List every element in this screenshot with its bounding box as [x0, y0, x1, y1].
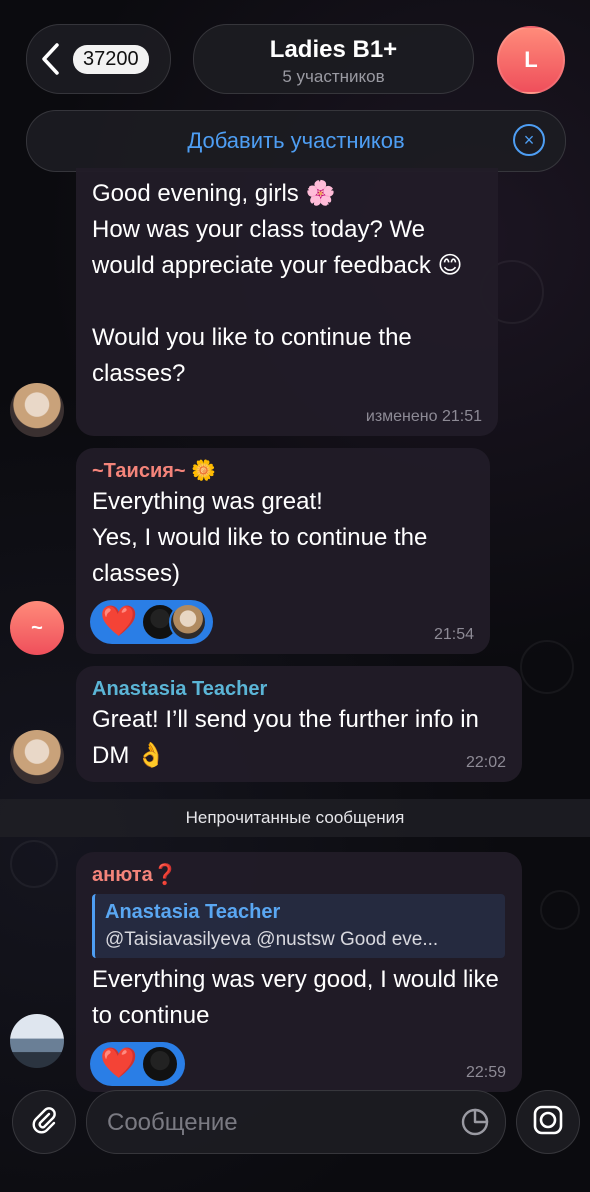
sticker-icon[interactable]: [459, 1106, 491, 1143]
message-input[interactable]: [105, 1091, 439, 1155]
paperclip-icon: [29, 1105, 59, 1140]
chat-title: Ladies B1+: [269, 36, 398, 63]
message-bubble[interactable]: Good evening, girls 🌸 How was your class…: [76, 168, 498, 436]
reply-text: @Taisiavasilyeva @nustsw Good eve...: [105, 929, 439, 950]
sender-name: ~Таисия~ 🌼: [92, 460, 217, 482]
close-icon[interactable]: ×: [513, 124, 545, 156]
user-avatar[interactable]: [10, 383, 64, 437]
back-button[interactable]: 37200: [26, 24, 171, 94]
add-members-label: Добавить участников: [187, 128, 405, 153]
chat-member-count: 5 участников: [282, 67, 385, 86]
message-bubble[interactable]: ~Таисия~ 🌼 Everything was great! Yes, I …: [76, 448, 490, 654]
avatar-initial: ~: [31, 616, 43, 639]
sender-name: Anastasia Teacher: [92, 678, 268, 700]
user-avatar[interactable]: ~: [10, 601, 64, 655]
attach-button[interactable]: [12, 1090, 76, 1154]
chat-info-button[interactable]: Ladies B1+ 5 участников: [193, 24, 474, 94]
group-avatar-letter: L: [524, 47, 538, 72]
message-text: Great! I’ll send you the further info in…: [92, 706, 486, 769]
add-members-banner[interactable]: Добавить участников ×: [26, 110, 566, 172]
message-text: Everything was great! Yes, I would like …: [92, 488, 428, 587]
chevron-left-icon: [27, 25, 73, 93]
user-avatar[interactable]: [10, 1014, 64, 1068]
heart-reaction-icon: ❤️: [100, 605, 138, 638]
message-bubble[interactable]: Anastasia Teacher Great! I’ll send you t…: [76, 666, 522, 782]
reaction-chip[interactable]: ❤️: [90, 1042, 186, 1086]
camera-circle-icon: [532, 1104, 564, 1141]
sender-name: анюта❓: [92, 864, 178, 886]
video-message-button[interactable]: [516, 1090, 580, 1154]
user-avatar[interactable]: [10, 730, 64, 784]
message-time: изменено 21:51: [365, 408, 482, 425]
message-input-container[interactable]: [86, 1090, 506, 1155]
reactor-avatar: [169, 603, 208, 641]
message-time: 21:54: [433, 626, 474, 643]
message-bubble[interactable]: анюта❓ Anastasia Teacher @Taisiavasilyev…: [76, 852, 522, 1092]
message-time: 22:59: [465, 1064, 506, 1081]
heart-reaction-icon: ❤️: [100, 1047, 138, 1080]
unread-divider-label: Непрочитанные сообщения: [185, 808, 405, 827]
reply-sender-name: Anastasia Teacher: [105, 901, 281, 923]
reaction-chip[interactable]: ❤️: [90, 600, 214, 644]
reactor-avatar: [141, 1045, 180, 1083]
group-avatar[interactable]: L: [497, 26, 565, 94]
unread-divider: Непрочитанные сообщения: [0, 799, 590, 837]
reply-preview[interactable]: Anastasia Teacher @Taisiavasilyeva @nust…: [92, 894, 505, 958]
message-text: Everything was very good, I would like t…: [92, 966, 506, 1029]
message-text: Good evening, girls 🌸 How was your class…: [92, 180, 463, 387]
message-time: 22:02: [465, 754, 506, 771]
unread-count-badge: 37200: [73, 44, 149, 74]
